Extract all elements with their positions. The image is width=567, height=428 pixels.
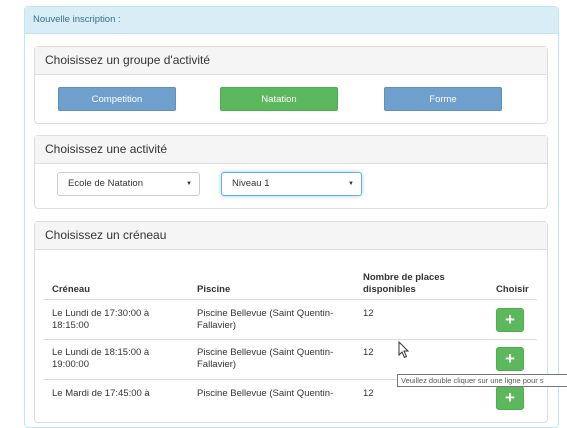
chevron-down-icon: ▼: [348, 181, 354, 187]
row-piscine-line1: Piscine Bellevue (Saint Quentin-: [197, 347, 334, 358]
forme-button[interactable]: Forme: [384, 87, 502, 111]
tooltip: Veuillez double cliquer sur une ligne po…: [397, 374, 567, 387]
group-panel-title: Choisissez un groupe d'activité: [35, 47, 547, 75]
choose-slot-button[interactable]: +: [496, 308, 524, 332]
activity-select[interactable]: Ecole de Natation ▼: [57, 172, 200, 196]
activity-select-value: Ecole de Natation: [68, 178, 143, 189]
row-piscine-line2: Fallavier): [197, 320, 237, 331]
activity-panel-title: Choisissez une activité: [35, 136, 547, 164]
level-select[interactable]: Niveau 1 ▼: [221, 172, 362, 196]
column-header-places-2: disponibles: [363, 284, 416, 295]
panel-title: Nouvelle inscription :: [25, 7, 558, 34]
row-creneau-line2: 18:15:00: [52, 320, 89, 331]
slot-panel: Choisissez un créneau Créneau Piscine No…: [34, 221, 548, 423]
row-places: 12: [363, 308, 374, 319]
row-places: 12: [363, 347, 374, 358]
table-header-divider: [43, 299, 537, 300]
natation-button[interactable]: Natation: [220, 87, 338, 111]
competition-button[interactable]: Competition: [58, 87, 176, 111]
activity-group-panel: Choisissez un groupe d'activité Competit…: [34, 46, 548, 124]
row-creneau-line1: Le Mardi de 17:45:00 à: [52, 388, 150, 399]
column-header-choisir: Choisir: [496, 284, 529, 295]
row-piscine-line1: Piscine Bellevue (Saint Quentin-: [197, 308, 334, 319]
row-creneau-line2: 19:00:00: [52, 359, 89, 370]
row-piscine-line1: Piscine Bellevue (Saint Quentin-: [197, 388, 334, 399]
chevron-down-icon: ▼: [186, 181, 192, 187]
column-header-piscine: Piscine: [197, 284, 231, 295]
slot-panel-title: Choisissez un créneau: [35, 222, 547, 250]
activity-panel: Choisissez une activité Ecole de Natatio…: [34, 135, 548, 209]
choose-slot-button[interactable]: +: [496, 347, 524, 371]
row-places: 12: [363, 388, 374, 399]
column-header-creneau: Créneau: [52, 284, 91, 295]
row-creneau-line1: Le Lundi de 18:15:00 à: [52, 347, 150, 358]
row-piscine-line2: Fallavier): [197, 359, 237, 370]
mouse-pointer-icon: [398, 341, 410, 359]
choose-slot-button[interactable]: +: [496, 386, 524, 410]
column-header-places-1: Nombre de places: [363, 272, 445, 283]
row-divider: [43, 339, 537, 340]
new-registration-panel: Nouvelle inscription : Choisissez un gro…: [24, 6, 559, 428]
row-creneau-line1: Le Lundi de 17:30:00 à: [52, 308, 150, 319]
level-select-value: Niveau 1: [232, 178, 270, 189]
